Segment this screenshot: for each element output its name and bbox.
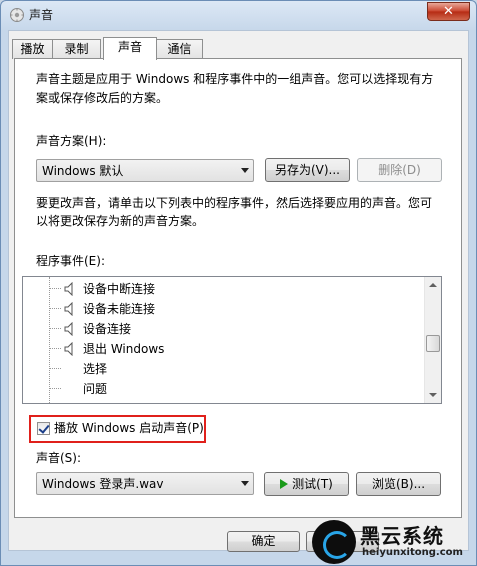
tree-branch (49, 368, 61, 369)
tree-branch (49, 348, 61, 349)
chevron-down-icon (241, 481, 249, 486)
watermark-logo: 黑云系统 heiyunxitong.com (312, 520, 472, 564)
list-item-label: 问题 (83, 382, 108, 396)
delete-button[interactable]: 删除(D) (357, 158, 442, 182)
arrow-up-icon (429, 283, 437, 287)
tree-branch (49, 388, 61, 389)
program-events-list[interactable]: 设备中断连接 设备未能连接 设备连接 退出 Windows 选择 问题 (22, 276, 442, 404)
description-line-1: 声音主题是应用于 Windows 和程序事件中的一组声音。您可以选择现有方 (36, 72, 434, 86)
sound-file-dropdown[interactable]: Windows 登录声.wav (36, 472, 254, 495)
window-title: 声音 (29, 8, 54, 22)
sound-scheme-dropdown[interactable]: Windows 默认 (36, 159, 254, 182)
list-item[interactable]: 设备连接 (23, 319, 423, 339)
list-item[interactable]: 退出 Windows (23, 339, 423, 359)
scroll-up-button[interactable] (425, 277, 441, 294)
browse-button[interactable]: 浏览(B)... (356, 472, 441, 496)
play-icon (280, 479, 289, 489)
scroll-thumb[interactable] (426, 335, 440, 352)
close-button[interactable]: ✕ (427, 2, 470, 21)
speaker-icon (64, 342, 73, 356)
test-button-label: 测试(T) (292, 477, 333, 491)
events-scrollbar[interactable] (424, 277, 441, 403)
list-item[interactable]: 问题 (23, 379, 423, 399)
save-as-button[interactable]: 另存为(V)... (265, 158, 350, 182)
watermark-url: heiyunxitong.com (362, 547, 463, 558)
list-item-label: 设备未能连接 (83, 302, 156, 316)
startup-sound-checkbox[interactable] (37, 422, 50, 435)
chevron-down-icon (241, 168, 249, 173)
program-events-label: 程序事件(E): (36, 254, 105, 268)
ok-button[interactable]: 确定 (227, 531, 300, 552)
arrow-down-icon (429, 393, 437, 397)
tree-branch (49, 288, 61, 289)
list-item[interactable]: 设备未能连接 (23, 299, 423, 319)
sound-label: 声音(S): (36, 451, 82, 465)
tab-sounds[interactable]: 声音 (103, 37, 157, 60)
speaker-settings-icon (10, 8, 24, 22)
speaker-icon (64, 282, 73, 296)
sound-file-value: Windows 登录声.wav (42, 477, 164, 491)
tree-branch (49, 328, 61, 329)
tab-playback[interactable]: 播放 (12, 39, 53, 59)
test-button[interactable]: 测试(T) (264, 472, 349, 496)
description-line-2: 案或保存修改后的方案。 (36, 91, 169, 105)
sound-scheme-value: Windows 默认 (42, 164, 124, 178)
list-item-label: 设备中断连接 (83, 282, 156, 296)
sound-scheme-label: 声音方案(H): (36, 134, 107, 148)
tab-recording[interactable]: 录制 (52, 39, 101, 59)
title-bar[interactable]: 声音 ✕ (1, 1, 476, 27)
list-item-label: 退出 Windows (83, 342, 165, 356)
tree-branch (49, 308, 61, 309)
tab-communications[interactable]: 通信 (156, 39, 203, 59)
list-item-label: 选择 (83, 362, 108, 376)
startup-sound-label[interactable]: 播放 Windows 启动声音(P) (54, 419, 204, 438)
list-item[interactable]: 设备中断连接 (23, 279, 423, 299)
watermark-title: 黑云系统 (360, 524, 444, 548)
scroll-down-button[interactable] (425, 386, 441, 403)
instructions-line-1: 要更改声音，请单击以下列表中的程序事件，然后选择要应用的声音。您可 (36, 196, 433, 210)
list-item[interactable]: 选择 (23, 359, 423, 379)
watermark-logo-icon (312, 520, 356, 564)
speaker-icon (64, 302, 73, 316)
instructions-line-2: 以将更改保存为新的声音方案。 (36, 214, 205, 228)
list-item-label: 设备连接 (83, 322, 132, 336)
speaker-icon (64, 322, 73, 336)
